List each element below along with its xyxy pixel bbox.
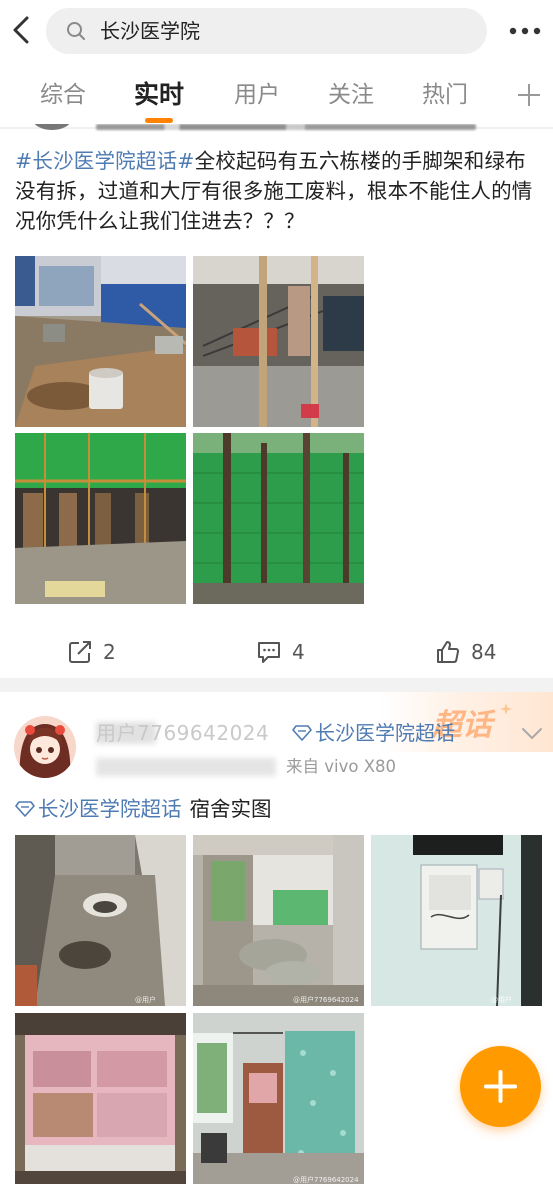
plus-icon <box>484 1070 517 1103</box>
supertopic-link[interactable]: 长沙医学院超话 <box>292 720 455 746</box>
compose-button[interactable] <box>460 1046 541 1127</box>
time-mosaic <box>96 758 276 776</box>
sparkle-icon <box>500 700 512 715</box>
search-query: 长沙医学院 <box>100 19 200 43</box>
like-count: 84 <box>471 640 497 664</box>
post-image-bathroom[interactable]: @用户7769642024 <box>15 835 186 1006</box>
post-image-green-net-trees[interactable] <box>193 433 364 604</box>
post-header-cut-off <box>22 124 482 132</box>
repost-icon <box>69 641 91 663</box>
comment-count: 4 <box>292 640 305 664</box>
image-watermark: @用户7769642024 <box>491 996 536 1006</box>
tab-users[interactable]: 用户 <box>234 80 280 110</box>
active-tab-indicator <box>145 118 173 123</box>
post-image-bunk-beds[interactable]: @用户7769642024 <box>193 1013 364 1184</box>
like-icon <box>437 641 460 663</box>
repost-button[interactable]: 2 <box>67 638 116 666</box>
image-watermark: @用户7769642024 <box>135 996 180 1006</box>
tab-following[interactable]: 关注 <box>328 80 374 110</box>
comment-button[interactable]: 4 <box>256 638 305 666</box>
back-arrow-icon[interactable] <box>8 14 36 46</box>
supertopic-label: 长沙医学院超话 <box>315 721 455 745</box>
search-input[interactable]: 长沙医学院 <box>46 8 487 54</box>
repost-count: 2 <box>103 640 116 664</box>
post-body: 宿舍实图 <box>189 797 272 821</box>
post-image-balcony[interactable]: @用户7769642024 <box>193 835 364 1006</box>
image-watermark: @用户7769642024 <box>293 996 359 1004</box>
post-separator <box>0 678 553 692</box>
tab-comprehensive[interactable]: 综合 <box>40 80 86 110</box>
comment-icon <box>258 642 280 663</box>
like-button[interactable]: 84 <box>435 638 496 666</box>
post-text: 长沙医学院超话 宿舍实图 <box>15 794 272 824</box>
username-mosaic <box>96 722 156 744</box>
post-image-pink-desk[interactable] <box>15 1013 186 1184</box>
post-source: 来自 vivo X80 <box>286 757 396 776</box>
avatar[interactable] <box>14 716 76 778</box>
image-watermark: @用户7769642024 <box>293 1176 359 1184</box>
diamond-icon <box>15 801 35 817</box>
search-icon <box>66 21 86 41</box>
post-image-corridor[interactable] <box>15 256 186 427</box>
top-bar: 长沙医学院 <box>0 0 553 64</box>
topic-link[interactable]: 长沙医学院超话 <box>15 794 182 824</box>
post-image-railing[interactable] <box>193 256 364 427</box>
topic-label: 长沙医学院超话 <box>38 797 182 821</box>
post-image-electric-box[interactable]: @用户7769642024 <box>371 835 542 1006</box>
tab-realtime[interactable]: 实时 <box>134 80 184 110</box>
search-tabs: 综合 实时 用户 关注 热门 <box>0 66 553 128</box>
diamond-icon <box>292 725 312 741</box>
post-actions: 2 4 84 <box>0 624 553 680</box>
topic-link[interactable]: #长沙医学院超话# <box>15 149 195 173</box>
post-image-green-net[interactable] <box>15 433 186 604</box>
plus-icon[interactable] <box>516 82 542 108</box>
more-dots-icon[interactable] <box>505 16 545 46</box>
post-text: #长沙医学院超话#全校起码有五六栋楼的手脚架和绿布没有拆，过道和大厅有很多施工废… <box>15 146 543 236</box>
tab-hot[interactable]: 热门 <box>422 80 468 110</box>
chevron-down-icon[interactable] <box>520 726 544 742</box>
